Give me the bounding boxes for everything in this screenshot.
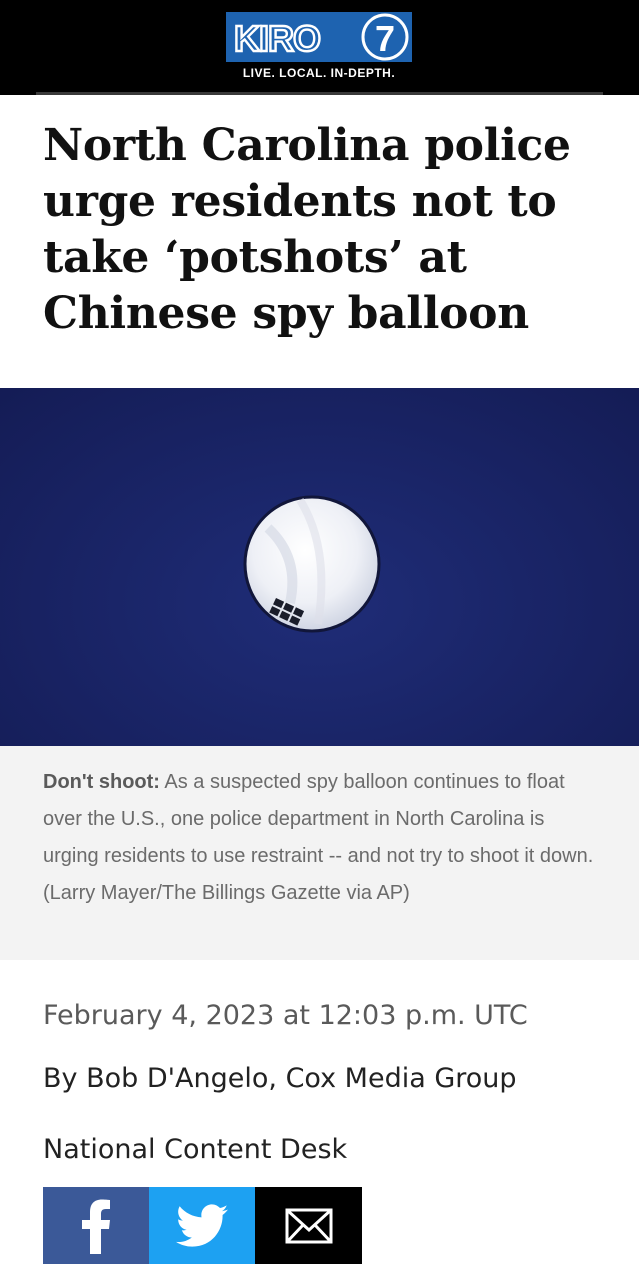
content-desk: National Content Desk — [43, 1134, 348, 1165]
twitter-icon — [176, 1203, 228, 1247]
share-facebook-button[interactable] — [43, 1187, 149, 1264]
facebook-icon — [82, 1199, 110, 1254]
caption-lead: Don't shoot: — [43, 771, 160, 793]
balloon-image — [243, 495, 381, 633]
header-divider — [36, 92, 603, 95]
photo-caption: Don't shoot: As a suspected spy balloon … — [43, 764, 603, 912]
share-email-button[interactable] — [255, 1187, 362, 1264]
share-twitter-button[interactable] — [149, 1187, 255, 1264]
article-headline: North Carolina police urge residents not… — [43, 120, 571, 339]
logo-text: KIRO — [234, 18, 320, 59]
author-byline: By Bob D'Angelo, Cox Media Group — [43, 1063, 517, 1094]
logo-number: 7 — [375, 18, 395, 59]
article-photo[interactable] — [0, 388, 639, 746]
site-header: KIRO 7 LIVE. LOCAL. IN-DEPTH. — [0, 0, 639, 95]
publish-date: February 4, 2023 at 12:03 p.m. UTC — [43, 1000, 528, 1031]
kiro7-logo[interactable]: KIRO 7 — [226, 12, 412, 62]
site-tagline: LIVE. LOCAL. IN-DEPTH. — [242, 66, 396, 80]
email-icon — [285, 1208, 332, 1243]
